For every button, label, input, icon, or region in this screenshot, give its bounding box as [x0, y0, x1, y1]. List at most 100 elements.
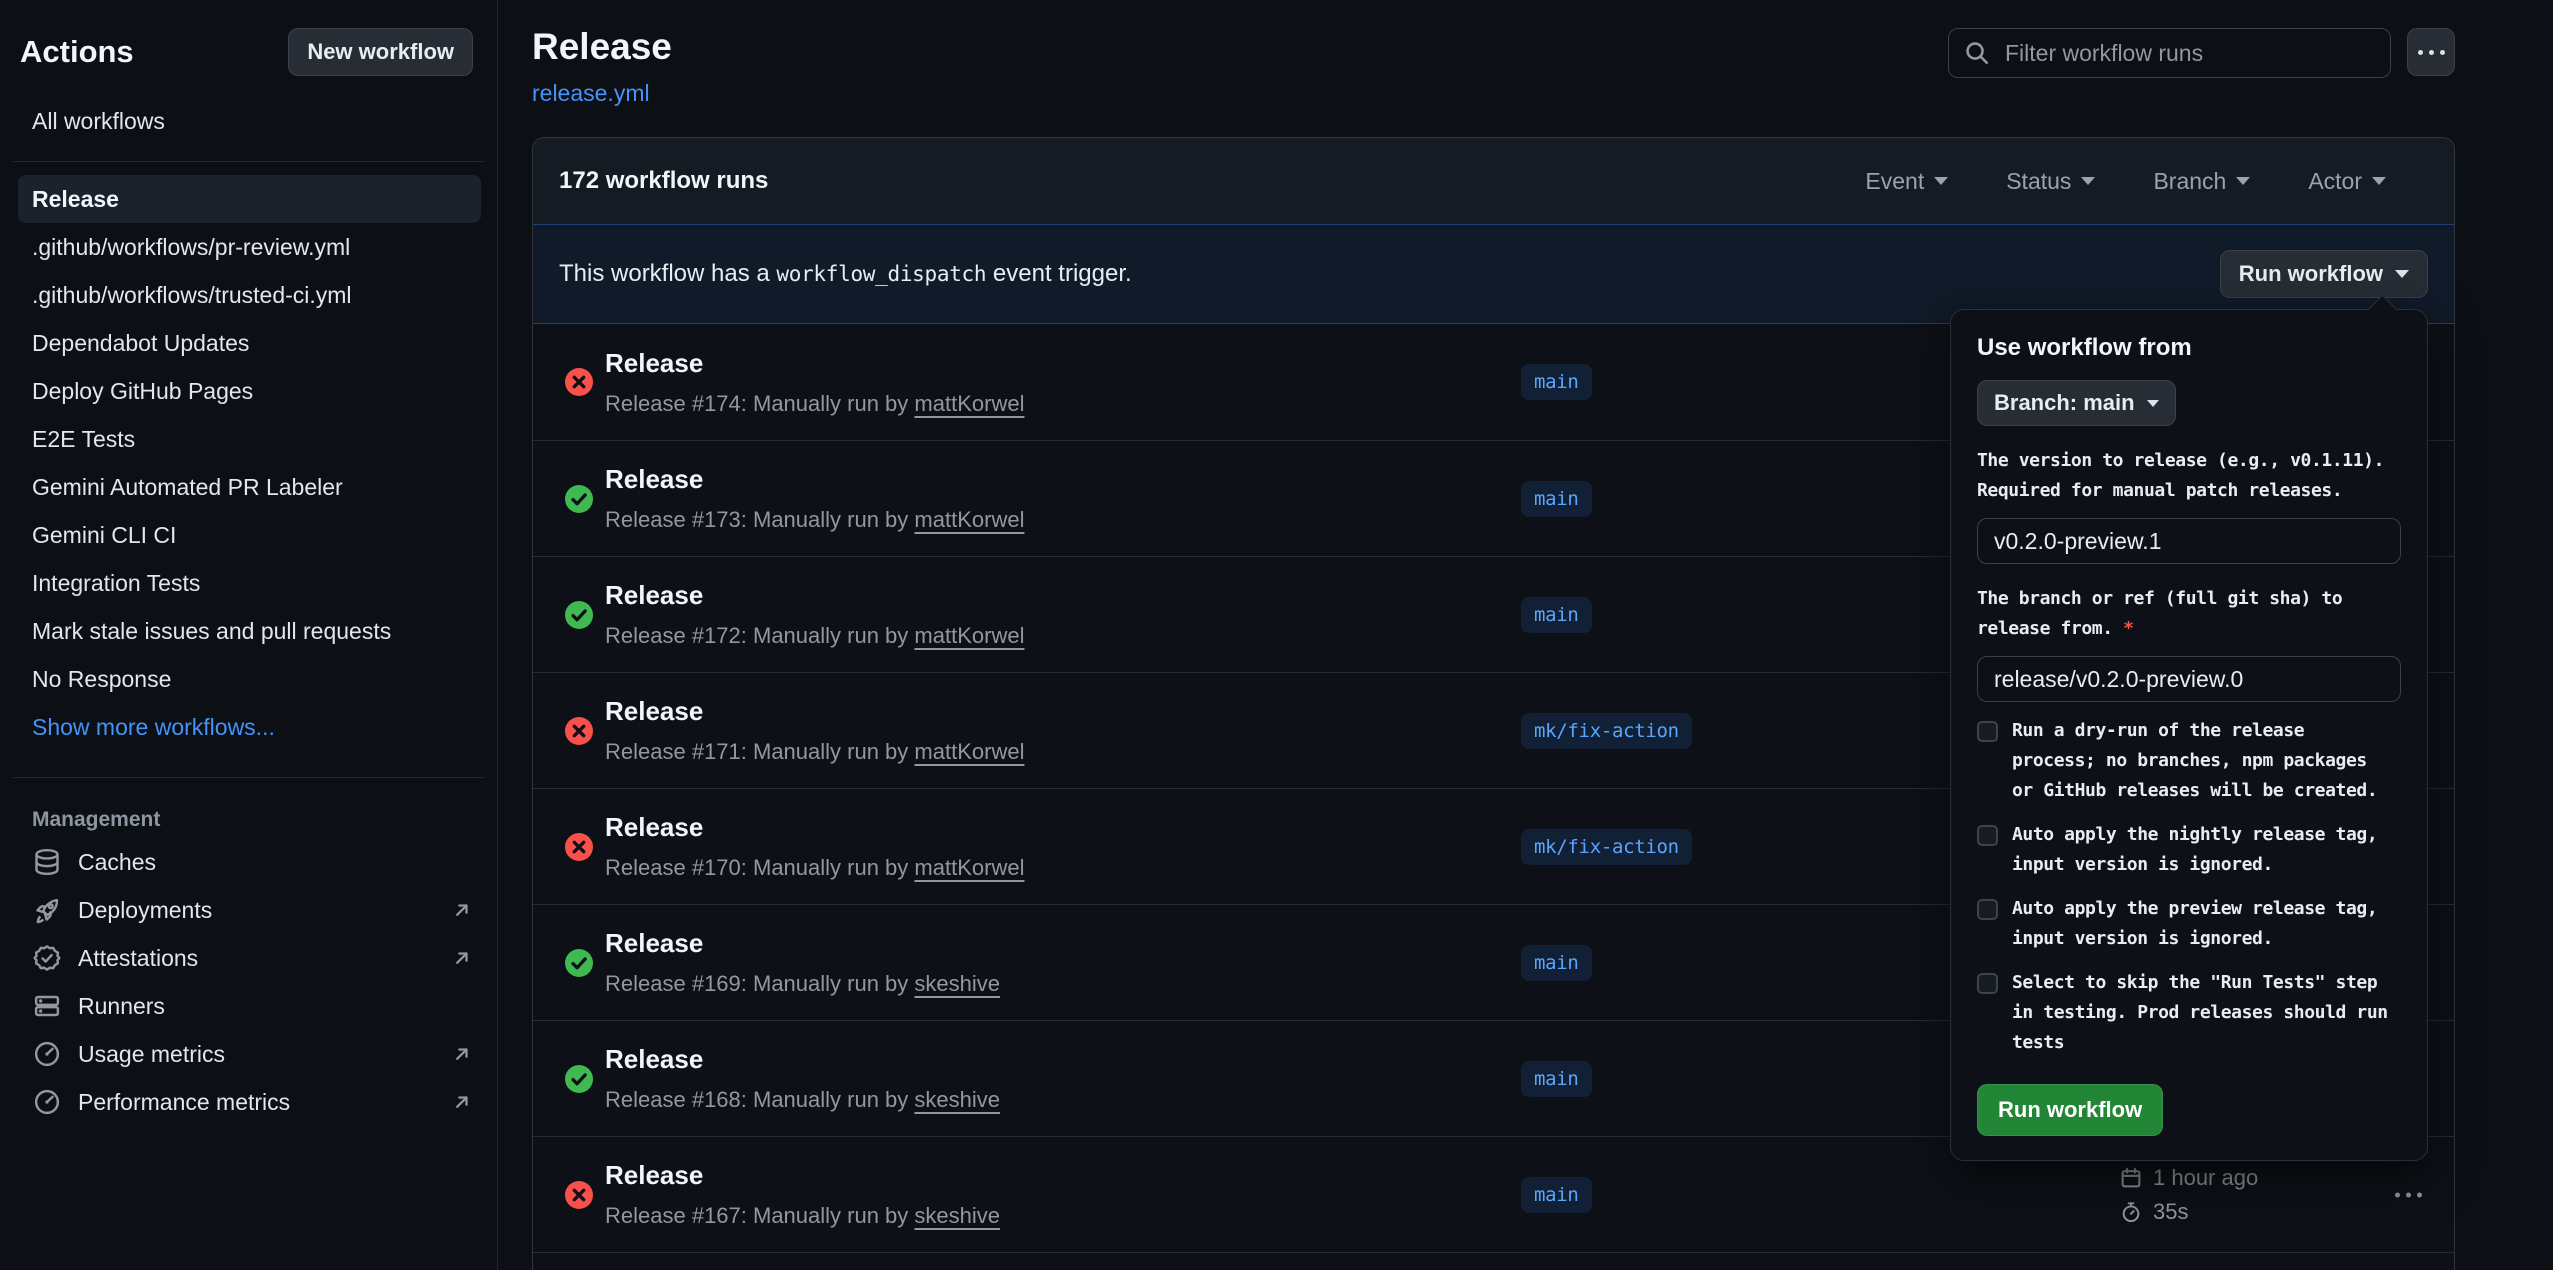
filter-label: Branch: [2153, 168, 2226, 195]
management-heading: Management: [32, 808, 497, 832]
runs-count: 172 workflow runs: [559, 167, 768, 195]
sidebar-item-no-response[interactable]: No Response: [18, 655, 481, 703]
filter-branch-dropdown[interactable]: Branch: [2153, 168, 2250, 195]
run-actor-link[interactable]: mattKorwel: [914, 739, 1024, 764]
version-input[interactable]: [1977, 518, 2401, 564]
ref-input[interactable]: [1977, 656, 2401, 702]
run-title-link[interactable]: Release: [605, 696, 1024, 727]
run-main: Release Release #168: Manually run by ske…: [605, 1044, 1000, 1113]
run-description: Release #168: Manually run by skeshive: [605, 1087, 1000, 1113]
sidebar-item-attestations[interactable]: Attestations: [32, 934, 473, 982]
chevron-down-icon: [2372, 177, 2386, 185]
run-title-link[interactable]: Release: [605, 348, 1024, 379]
sidebar-item-github-workflows-trusted-ci-yml[interactable]: .github/workflows/trusted-ci.yml: [18, 271, 481, 319]
sidebar-item-github-workflows-pr-review-yml[interactable]: .github/workflows/pr-review.yml: [18, 223, 481, 271]
run-actor-link[interactable]: skeshive: [914, 1087, 1000, 1112]
branch-badge[interactable]: mk/fix-action: [1521, 829, 1692, 865]
sidebar-item-all-workflows[interactable]: All workflows: [32, 108, 497, 135]
management-list: Caches Deployments Attestations Runners Usag…: [0, 838, 497, 1126]
show-more-workflows-link[interactable]: Show more workflows...: [32, 703, 497, 751]
arrow-up-right-icon: [450, 898, 474, 922]
new-workflow-button[interactable]: New workflow: [288, 28, 473, 76]
run-actor-link[interactable]: mattKorwel: [914, 855, 1024, 880]
use-workflow-from-heading: Use workflow from: [1977, 334, 2401, 362]
checkbox-label: Auto apply the nightly release tag,input…: [2012, 820, 2377, 880]
run-workflow-dropdown-button[interactable]: Run workflow: [2220, 250, 2428, 298]
version-help-line: The version to release (e.g., v0.1.11).: [1977, 446, 2401, 476]
search-group: [1948, 28, 2455, 107]
banner-code: workflow_dispatch: [776, 262, 986, 286]
main-header: Release release.yml: [532, 0, 2455, 107]
run-title-link[interactable]: Release: [605, 928, 1000, 959]
run-title-link[interactable]: Release: [605, 580, 1024, 611]
filter-input-wrap: [1948, 28, 2391, 78]
run-workflow-submit-button[interactable]: Run workflow: [1977, 1084, 2163, 1136]
filter-event-dropdown[interactable]: Event: [1865, 168, 1948, 195]
branch-badge[interactable]: main: [1521, 1177, 1592, 1213]
run-title-link[interactable]: Release: [605, 1044, 1000, 1075]
branch-selector-button[interactable]: Branch: main: [1977, 380, 2176, 426]
run-description-text: Release #168: Manually run by: [605, 1087, 914, 1112]
run-title-link[interactable]: Release: [605, 1160, 1000, 1191]
runs-list-header: 172 workflow runs Event Status Branch Actor: [533, 138, 2454, 224]
x-circle-fill-icon: [565, 1181, 593, 1209]
run-title-link[interactable]: Release: [605, 464, 1024, 495]
run-description-text: Release #169: Manually run by: [605, 971, 914, 996]
version-help-text: The version to release (e.g., v0.1.11).R…: [1977, 446, 2401, 506]
sidebar-item-label: Caches: [78, 849, 156, 876]
sidebar-item-runners[interactable]: Runners: [32, 982, 473, 1030]
sidebar-item-release[interactable]: Release: [18, 175, 481, 223]
workflow-options-kebab-button[interactable]: [2407, 28, 2455, 76]
run-actor-link[interactable]: skeshive: [914, 1203, 1000, 1228]
run-main: ReleaseRelease #174: Manually run by mat…: [605, 348, 1024, 417]
x-circle-fill-icon: [565, 833, 593, 861]
filter-workflow-runs-input[interactable]: [1948, 28, 2391, 78]
checkbox-1[interactable]: [1977, 721, 1998, 742]
kebab-icon: [2395, 1192, 2422, 1197]
branch-badge[interactable]: main: [1521, 945, 1592, 981]
branch-badge[interactable]: main: [1521, 364, 1592, 400]
required-asterisk: *: [2113, 618, 2134, 639]
sidebar-item-mark-stale-issues-and-pull-requests[interactable]: Mark stale issues and pull requests: [18, 607, 481, 655]
sidebar-item-deployments[interactable]: Deployments: [32, 886, 473, 934]
checkbox-4[interactable]: [1977, 973, 1998, 994]
branch-badge[interactable]: main: [1521, 597, 1592, 633]
popover-checkbox-list: Run a dry-run of the releaseprocess; no …: [1977, 716, 2401, 1058]
branch-badge[interactable]: main: [1521, 1061, 1592, 1097]
sidebar-item-label: Usage metrics: [78, 1041, 225, 1068]
stopwatch-icon: [2119, 1200, 2143, 1224]
filter-actor-dropdown[interactable]: Actor: [2308, 168, 2386, 195]
checkbox-2[interactable]: [1977, 825, 1998, 846]
page-title: Release: [532, 26, 672, 68]
sidebar-item-usage-metrics[interactable]: Usage metrics: [32, 1030, 473, 1078]
sidebar-item-deploy-github-pages[interactable]: Deploy GitHub Pages: [18, 367, 481, 415]
sidebar-item-dependabot-updates[interactable]: Dependabot Updates: [18, 319, 481, 367]
branch-badge[interactable]: mk/fix-action: [1521, 713, 1692, 749]
chevron-down-icon: [2236, 177, 2250, 185]
sidebar-item-integration-tests[interactable]: Integration Tests: [18, 559, 481, 607]
x-circle-fill-icon: [565, 717, 593, 745]
filter-status-dropdown[interactable]: Status: [2006, 168, 2095, 195]
workflow-file-link[interactable]: release.yml: [532, 80, 650, 107]
run-kebab-button[interactable]: [2395, 1192, 2422, 1197]
sidebar-item-performance-metrics[interactable]: Performance metrics: [32, 1078, 473, 1126]
sidebar-item-gemini-cli-ci[interactable]: Gemini CLI CI: [18, 511, 481, 559]
checkbox-3[interactable]: [1977, 899, 1998, 920]
run-actor-link[interactable]: skeshive: [914, 971, 1000, 996]
sidebar-item-caches[interactable]: Caches: [32, 838, 473, 886]
run-actor-link[interactable]: mattKorwel: [914, 391, 1024, 416]
workflow-list: Release.github/workflows/pr-review.yml.g…: [0, 175, 497, 703]
sidebar-item-gemini-automated-pr-labeler[interactable]: Gemini Automated PR Labeler: [18, 463, 481, 511]
sidebar-item-label: Runners: [78, 993, 165, 1020]
run-title-link[interactable]: Release: [605, 812, 1024, 843]
branch-badge[interactable]: main: [1521, 481, 1592, 517]
version-help-line: Required for manual patch releases.: [1977, 476, 2401, 506]
sidebar-item-label: Attestations: [78, 945, 198, 972]
run-actor-link[interactable]: mattKorwel: [914, 623, 1024, 648]
banner-text-before: This workflow has a: [559, 260, 776, 287]
sidebar-item-e2e-tests[interactable]: E2E Tests: [18, 415, 481, 463]
run-actor-link[interactable]: mattKorwel: [914, 507, 1024, 532]
sidebar-header: Actions New workflow: [0, 0, 497, 76]
popover-checkbox-row-4: Select to skip the "Run Tests" stepin te…: [1977, 968, 2401, 1058]
run-description-text: Release #173: Manually run by: [605, 507, 914, 532]
